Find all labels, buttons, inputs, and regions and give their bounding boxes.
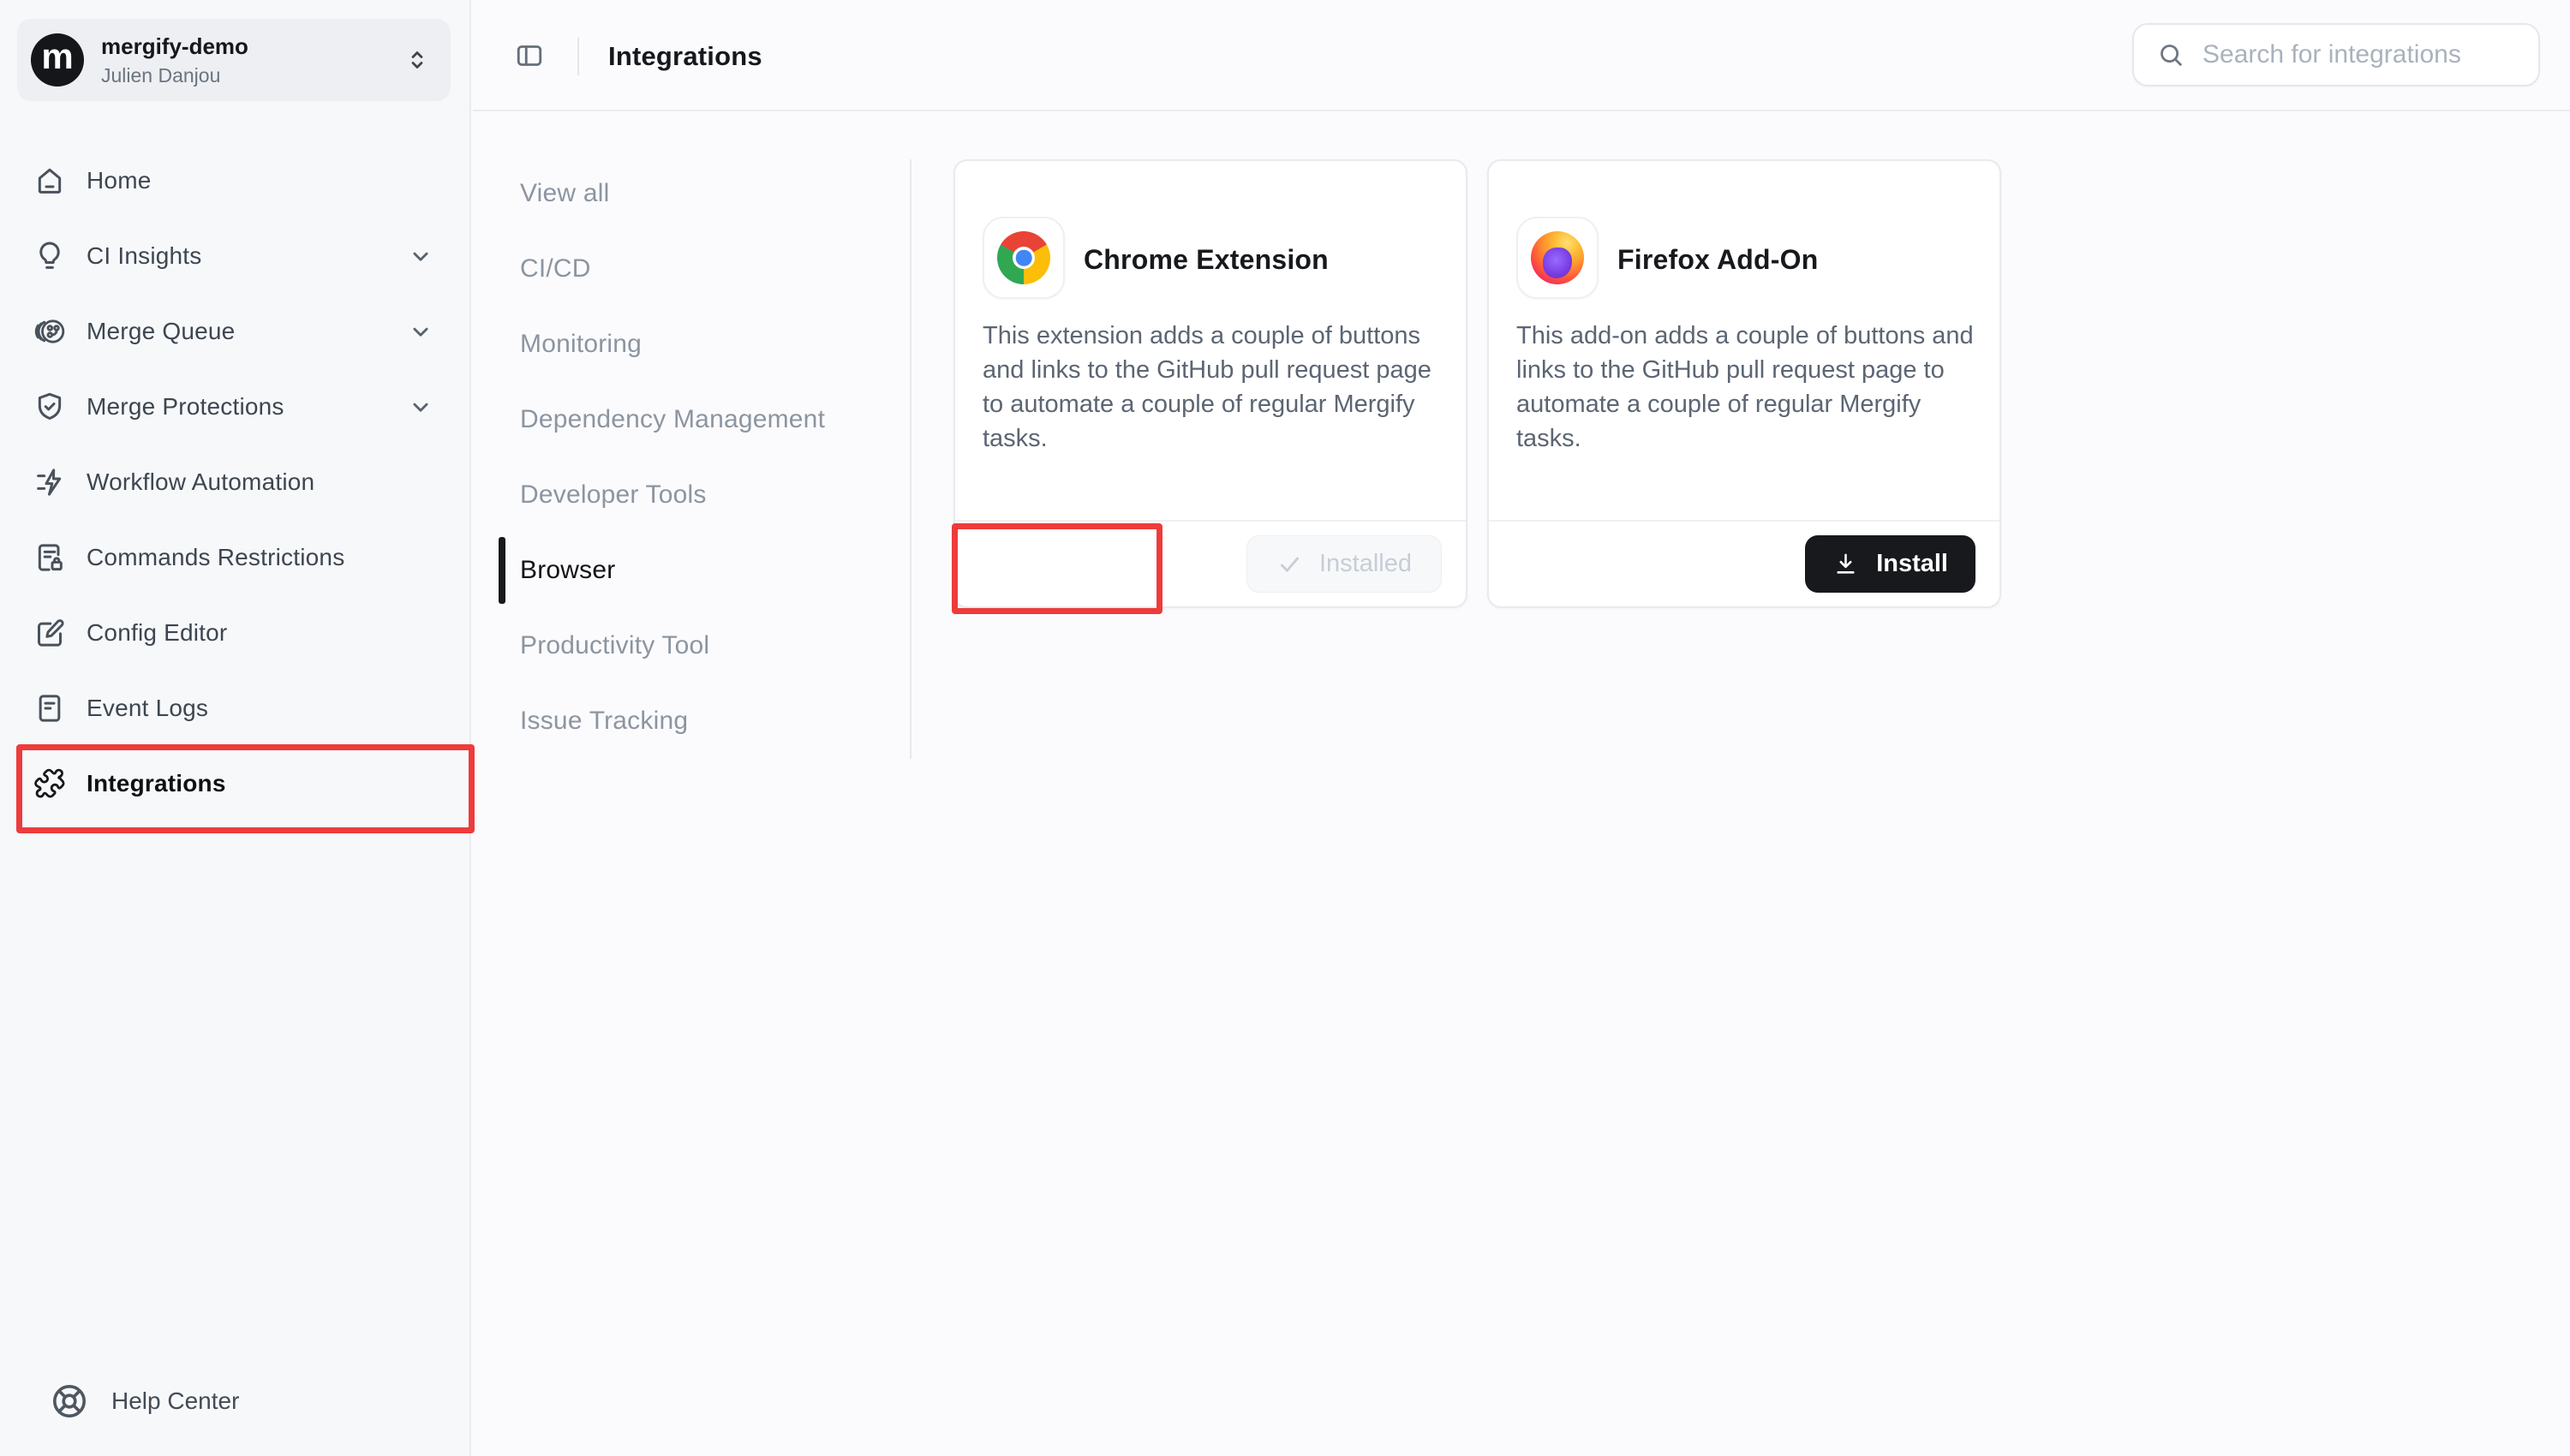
page-header: Integrations — [473, 0, 2570, 111]
home-icon — [33, 164, 67, 198]
doc-lines-icon — [33, 691, 67, 725]
header-divider — [577, 38, 579, 75]
integration-logo-tile — [983, 217, 1065, 299]
sidebar-item-workflow-automation[interactable]: Workflow Automation — [0, 445, 469, 520]
installed-button[interactable]: Installed — [1246, 535, 1442, 593]
lightbulb-icon — [33, 239, 67, 273]
category-view-all[interactable]: View all — [520, 156, 897, 231]
category-issue-tracking[interactable]: Issue Tracking — [520, 683, 897, 759]
help-center-link[interactable]: Help Center — [49, 1381, 239, 1422]
chevron-down-icon[interactable] — [406, 242, 435, 271]
category-monitoring[interactable]: Monitoring — [520, 307, 897, 382]
bolt-lines-icon — [33, 465, 67, 499]
card-footer: Installed — [955, 520, 1466, 606]
integration-title: Firefox Add-On — [1617, 244, 1819, 276]
search-icon — [2156, 40, 2185, 69]
sidebar-item-integrations[interactable]: Integrations — [0, 746, 469, 821]
merge-queue-icon — [33, 314, 67, 349]
integration-card-chrome: Chrome Extension This extension adds a c… — [953, 159, 1467, 608]
workspace-avatar: m — [31, 33, 84, 87]
integration-description: This add-on adds a couple of buttons and… — [1516, 319, 1979, 456]
category-ci-cd[interactable]: CI/CD — [520, 231, 897, 307]
integration-title: Chrome Extension — [1084, 244, 1329, 276]
chrome-logo — [997, 231, 1050, 284]
chevron-down-icon[interactable] — [406, 317, 435, 346]
category-browser[interactable]: Browser — [520, 533, 897, 608]
doc-lock-icon — [33, 540, 67, 575]
sidebar-item-merge-queue[interactable]: Merge Queue — [0, 294, 469, 369]
category-dependency-management[interactable]: Dependency Management — [520, 382, 897, 457]
lifebuoy-icon — [49, 1381, 90, 1422]
search-box[interactable] — [2132, 23, 2540, 87]
main-area: Integrations View all CI/CD Monitoring D… — [473, 0, 2570, 1456]
sidebar-item-home[interactable]: Home — [0, 143, 469, 218]
page-title: Integrations — [608, 41, 762, 72]
category-productivity-tool[interactable]: Productivity Tool — [520, 608, 897, 683]
download-icon — [1832, 551, 1859, 577]
shield-check-icon — [33, 390, 67, 424]
firefox-logo — [1531, 231, 1584, 284]
search-input[interactable] — [2202, 40, 2518, 69]
help-center-label: Help Center — [111, 1387, 239, 1415]
check-icon — [1276, 551, 1303, 577]
workspace-text: mergify-demo Julien Danjou — [101, 33, 403, 87]
workspace-owner: Julien Danjou — [101, 64, 403, 87]
integration-logo-tile — [1516, 217, 1599, 299]
sidebar: m mergify-demo Julien Danjou Home CI Ins… — [0, 0, 471, 1456]
edit-square-icon — [33, 616, 67, 650]
integration-description: This extension adds a couple of buttons … — [983, 319, 1445, 456]
sidebar-item-config-editor[interactable]: Config Editor — [0, 595, 469, 671]
card-footer: Install — [1489, 520, 1999, 606]
install-button[interactable]: Install — [1805, 535, 1975, 593]
category-divider — [910, 159, 911, 759]
category-developer-tools[interactable]: Developer Tools — [520, 457, 897, 533]
sidebar-toggle-icon[interactable] — [514, 40, 545, 71]
chevron-down-icon[interactable] — [406, 392, 435, 421]
sidebar-nav: Home CI Insights Merge Queue Merge Prote… — [0, 143, 469, 821]
workspace-name: mergify-demo — [101, 33, 403, 60]
category-list: View all CI/CD Monitoring Dependency Man… — [520, 156, 897, 759]
puzzle-icon — [33, 767, 67, 801]
sidebar-item-merge-protections[interactable]: Merge Protections — [0, 369, 469, 445]
chevrons-up-down-icon — [403, 45, 432, 75]
sidebar-item-commands-restrictions[interactable]: Commands Restrictions — [0, 520, 469, 595]
sidebar-item-ci-insights[interactable]: CI Insights — [0, 218, 469, 294]
sidebar-item-event-logs[interactable]: Event Logs — [0, 671, 469, 746]
integration-card-firefox: Firefox Add-On This add-on adds a couple… — [1487, 159, 2001, 608]
workspace-switcher[interactable]: m mergify-demo Julien Danjou — [17, 19, 451, 101]
